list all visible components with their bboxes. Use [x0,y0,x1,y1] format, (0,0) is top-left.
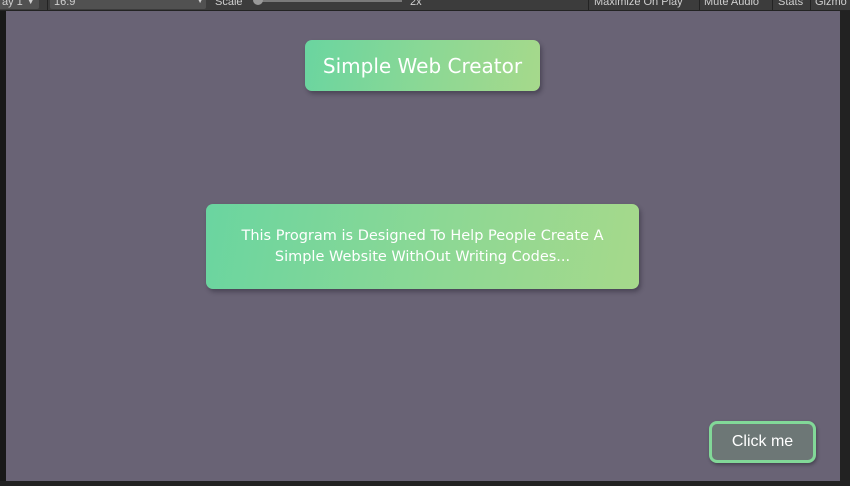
window-edge-bottom [0,481,850,486]
toolbar-divider [588,0,589,10]
toolbar-divider [699,0,700,10]
scale-value: 2x [410,0,422,8]
toolbar-divider [47,0,48,10]
maximize-on-play-toggle[interactable]: Maximize On Play [594,0,683,9]
chevron-down-icon: ▼ [196,0,204,5]
app-title-panel: Simple Web Creator [305,40,540,91]
stats-toggle[interactable]: Stats [778,0,803,9]
aspect-dropdown-label: 16:9 [54,0,76,8]
scale-label: Scale [215,0,243,8]
toolbar-divider [772,0,773,10]
editor-toolbar: ay 1 ▼ 16:9 ▼ Scale 2x Maximize On Play M… [0,0,850,11]
display-dropdown-label: ay 1 [2,0,23,8]
toolbar-divider [810,0,811,10]
description-panel: This Program is Designed To Help People … [206,204,639,289]
aspect-dropdown[interactable]: 16:9 ▼ [50,0,206,9]
window-edge-right [840,11,850,486]
app-title: Simple Web Creator [322,53,523,78]
scale-slider-handle[interactable] [253,0,263,5]
click-me-button[interactable]: Click me [709,421,816,463]
chevron-down-icon: ▼ [26,0,35,6]
display-dropdown[interactable]: ay 1 ▼ [0,0,39,9]
gizmos-dropdown[interactable]: Gizmo [815,0,847,9]
scale-slider-track[interactable] [258,0,402,2]
mute-audio-toggle[interactable]: Mute Audio [704,0,759,9]
click-me-button-label: Click me [731,433,794,450]
description-text: This Program is Designed To Help People … [241,227,604,265]
